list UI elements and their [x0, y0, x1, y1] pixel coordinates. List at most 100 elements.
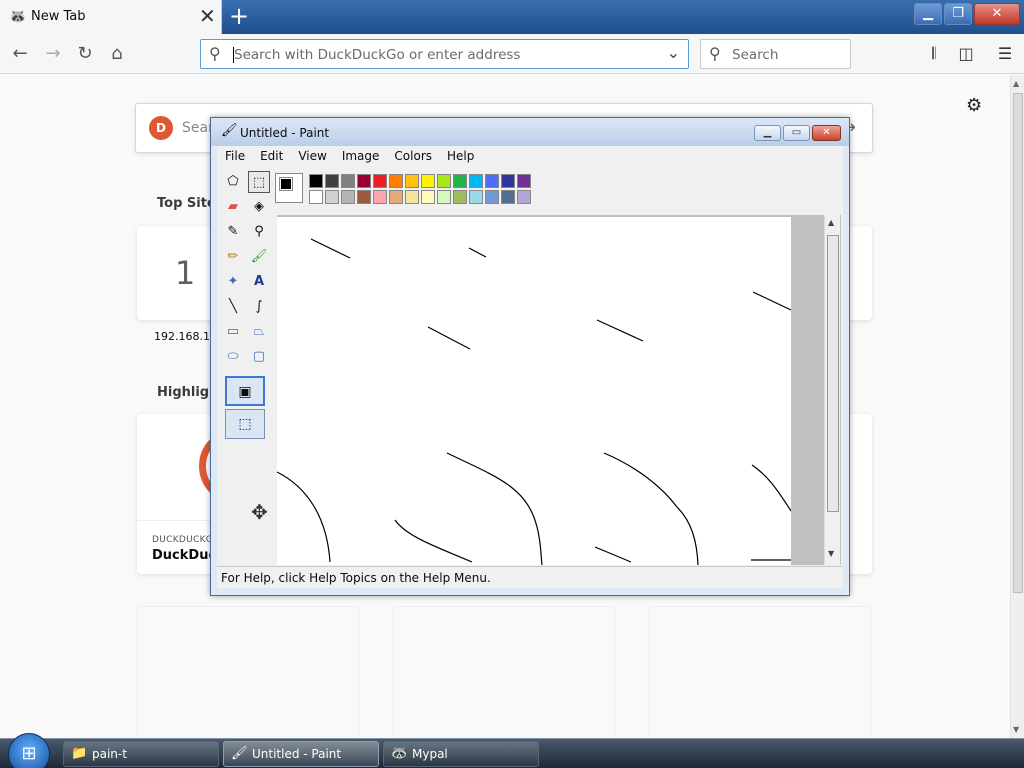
- color-swatch[interactable]: [341, 190, 355, 204]
- restore-button[interactable]: ❐: [944, 3, 972, 25]
- gear-icon[interactable]: ⚙: [966, 95, 982, 116]
- taskbar-item-folder[interactable]: 📁 pain-t: [63, 741, 219, 767]
- reload-icon[interactable]: ↻: [73, 42, 97, 66]
- minimize-button[interactable]: ▁: [914, 3, 942, 25]
- menu-file[interactable]: File: [217, 146, 252, 163]
- paint-window[interactable]: 🖌 Untitled - Paint ▁ ▭ ✕ File Edit View Ima…: [210, 117, 850, 596]
- color-palette: [271, 168, 841, 210]
- scroll-up-icon[interactable]: ▲: [1013, 79, 1019, 88]
- color-swatch[interactable]: [421, 174, 435, 188]
- home-icon[interactable]: ⌂: [105, 42, 129, 66]
- color-swatch[interactable]: [325, 190, 339, 204]
- magnifier-icon[interactable]: ⚲: [248, 221, 270, 243]
- scroll-down-icon[interactable]: ▼: [1013, 725, 1019, 734]
- drawing-canvas[interactable]: [277, 217, 791, 565]
- color-swatch[interactable]: [517, 174, 531, 188]
- status-text: For Help, click Help Topics on the Help …: [221, 571, 491, 585]
- scroll-down-icon[interactable]: ▼: [828, 549, 834, 558]
- sidebar-icon[interactable]: ◫: [954, 42, 978, 66]
- menu-colors[interactable]: Colors: [386, 146, 439, 163]
- search-input[interactable]: ⚲ Search: [700, 39, 851, 69]
- ellipse-icon[interactable]: ⬭: [222, 346, 244, 368]
- paint-minimize-button[interactable]: ▁: [754, 125, 781, 141]
- color-swatch[interactable]: [341, 174, 355, 188]
- color-swatch[interactable]: [453, 190, 467, 204]
- color-swatch[interactable]: [485, 190, 499, 204]
- free-select-icon[interactable]: ⬠: [222, 171, 244, 193]
- canvas-scrollbar[interactable]: ▲ ▼: [824, 215, 840, 565]
- navigation-toolbar: ← → ↻ ⌂ ⚲ Search with DuckDuckGo or ente…: [0, 34, 1024, 74]
- folder-icon: 📁: [71, 746, 88, 761]
- canvas-area: ▲ ▼: [277, 215, 841, 565]
- color-picker-icon[interactable]: ✎: [222, 221, 244, 243]
- back-icon[interactable]: ←: [8, 42, 32, 66]
- curve-icon[interactable]: ∫: [248, 296, 270, 318]
- eraser-icon[interactable]: ▰: [222, 196, 244, 218]
- rounded-rect-icon[interactable]: ▢: [248, 346, 270, 368]
- transparent-option-icon[interactable]: ⬚: [225, 409, 265, 439]
- chevron-down-icon[interactable]: ⌄: [667, 43, 680, 62]
- menu-icon[interactable]: ☰: [993, 42, 1017, 66]
- color-swatch[interactable]: [485, 174, 499, 188]
- color-swatch[interactable]: [405, 190, 419, 204]
- url-bar[interactable]: ⚲ Search with DuckDuckGo or enter addres…: [200, 39, 689, 69]
- rectangle-icon[interactable]: ▭: [222, 321, 244, 343]
- line-icon[interactable]: ╲: [222, 296, 244, 318]
- airbrush-icon[interactable]: ✦: [222, 271, 244, 293]
- taskbar-item-label: Mypal: [412, 747, 448, 761]
- color-swatch[interactable]: [405, 174, 419, 188]
- new-tab-button[interactable]: +: [229, 2, 249, 30]
- start-button[interactable]: ⊞: [8, 733, 50, 768]
- color-swatch[interactable]: [517, 190, 531, 204]
- brush-icon[interactable]: 🖌: [248, 246, 270, 268]
- paint-close-button[interactable]: ✕: [812, 125, 841, 141]
- pencil-icon[interactable]: ✏: [222, 246, 244, 268]
- empty-highlight-slot: [137, 606, 359, 746]
- color-swatch[interactable]: [357, 190, 371, 204]
- scroll-up-icon[interactable]: ▲: [828, 218, 834, 227]
- rect-select-icon[interactable]: ⬚: [248, 171, 270, 193]
- tab-title: New Tab: [31, 9, 86, 24]
- color-swatch[interactable]: [437, 174, 451, 188]
- menu-view[interactable]: View: [290, 146, 333, 163]
- search-icon: ⚲: [709, 44, 721, 63]
- menu-help[interactable]: Help: [439, 146, 481, 163]
- color-swatch[interactable]: [469, 190, 483, 204]
- fill-icon[interactable]: ◈: [248, 196, 270, 218]
- scroll-thumb[interactable]: [1013, 93, 1023, 593]
- color-swatch[interactable]: [357, 174, 371, 188]
- stroke: [446, 452, 543, 565]
- page-scrollbar[interactable]: ▲ ▼: [1010, 75, 1024, 738]
- color-swatch[interactable]: [309, 174, 323, 188]
- color-swatch[interactable]: [421, 190, 435, 204]
- forward-icon[interactable]: →: [41, 42, 65, 66]
- text-icon[interactable]: A: [248, 271, 270, 293]
- polygon-icon[interactable]: ⏢: [248, 321, 270, 343]
- canvas-scroll-thumb[interactable]: [827, 235, 839, 512]
- color-swatch[interactable]: [437, 190, 451, 204]
- close-button[interactable]: ✕: [974, 3, 1020, 25]
- color-swatch[interactable]: [501, 174, 515, 188]
- tab-new-tab[interactable]: 🦝 New Tab ✕: [0, 0, 222, 34]
- color-swatch[interactable]: [453, 174, 467, 188]
- color-swatch[interactable]: [373, 174, 387, 188]
- color-swatch[interactable]: [501, 190, 515, 204]
- paint-titlebar[interactable]: 🖌 Untitled - Paint ▁ ▭ ✕: [211, 118, 849, 146]
- color-swatch[interactable]: [325, 174, 339, 188]
- menu-image[interactable]: Image: [334, 146, 387, 163]
- tab-close-icon[interactable]: ✕: [199, 6, 216, 26]
- stroke: [427, 326, 471, 350]
- color-swatch[interactable]: [309, 190, 323, 204]
- color-swatch[interactable]: [389, 190, 403, 204]
- color-swatch[interactable]: [469, 174, 483, 188]
- paint-maximize-button[interactable]: ▭: [783, 125, 810, 141]
- library-icon[interactable]: 𝄃: [922, 42, 946, 66]
- color-swatch[interactable]: [373, 190, 387, 204]
- taskbar-item-mypal[interactable]: 🦝 Mypal: [383, 741, 539, 767]
- current-colors[interactable]: [275, 173, 303, 203]
- opaque-option-icon[interactable]: ▣: [225, 376, 265, 406]
- stroke: [603, 452, 699, 565]
- color-swatch[interactable]: [389, 174, 403, 188]
- taskbar-item-paint[interactable]: 🖌 Untitled - Paint: [223, 741, 379, 767]
- menu-edit[interactable]: Edit: [252, 146, 290, 163]
